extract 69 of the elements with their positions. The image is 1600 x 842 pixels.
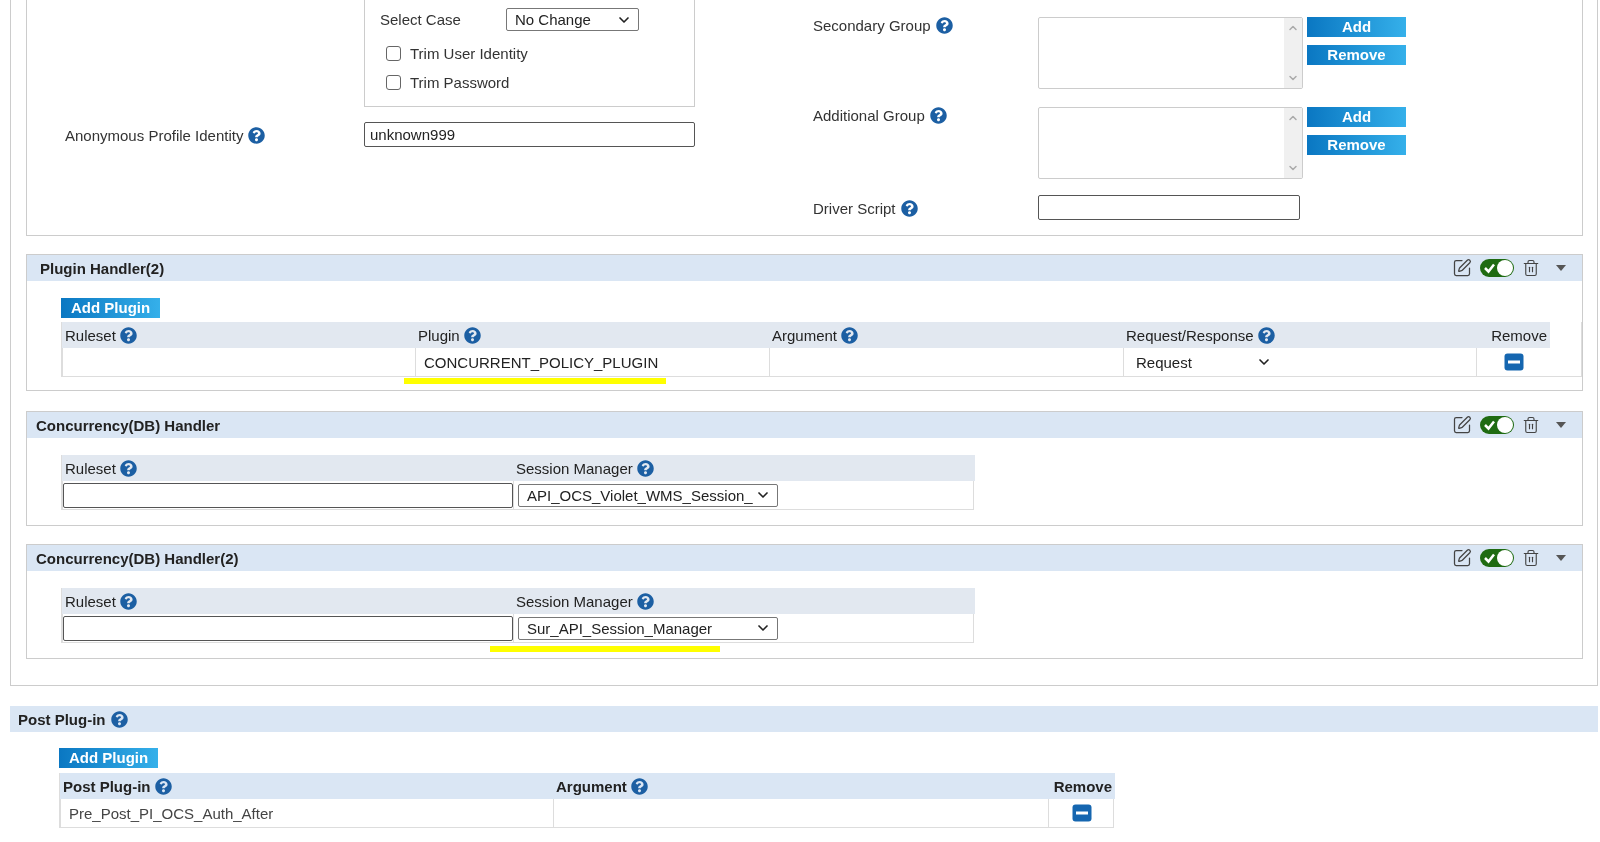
- help-icon[interactable]: [119, 326, 137, 344]
- checkbox-label: Trim User Identity: [410, 45, 528, 62]
- field-label: Driver Script: [813, 199, 896, 217]
- help-icon[interactable]: [636, 592, 654, 610]
- session-manager-dropdown[interactable]: API_OCS_Violet_WMS_Session_: [518, 483, 778, 507]
- session-manager-dropdown[interactable]: Sur_API_Session_Manager: [518, 616, 778, 640]
- help-icon[interactable]: [636, 459, 654, 477]
- table-cell: CONCURRENT_POLICY_PLUGIN: [415, 348, 769, 376]
- ruleset-input[interactable]: [63, 615, 513, 641]
- help-icon[interactable]: [110, 710, 128, 728]
- edit-icon[interactable]: [1452, 548, 1472, 568]
- column-header: Argument: [553, 773, 1048, 799]
- field-label: Secondary Group: [813, 17, 931, 34]
- help-icon[interactable]: [841, 326, 859, 344]
- toggle-switch[interactable]: [1480, 416, 1514, 434]
- remove-icon[interactable]: [1503, 353, 1524, 371]
- panel-title: Plugin Handler(2): [40, 259, 165, 277]
- help-icon[interactable]: [935, 17, 953, 34]
- remove-button[interactable]: Remove: [1307, 45, 1406, 65]
- table-cell: Pre_Post_PI_OCS_Auth_After: [60, 799, 553, 827]
- field-label: Additional Group: [813, 107, 925, 124]
- help-icon[interactable]: [929, 107, 947, 124]
- add-button[interactable]: Add: [1307, 17, 1406, 37]
- column-header: Post Plug-in: [60, 773, 553, 799]
- help-icon[interactable]: [900, 199, 918, 217]
- checkbox[interactable]: [386, 75, 401, 90]
- caret-icon[interactable]: [1556, 555, 1566, 561]
- help-icon[interactable]: [630, 777, 648, 795]
- column-header: Remove: [1476, 322, 1550, 348]
- section-title: Post Plug-in: [18, 710, 106, 728]
- field-label: Anonymous Profile Identity: [65, 127, 244, 144]
- column-header: Ruleset: [62, 588, 513, 614]
- column-header: Session Manager: [513, 588, 975, 614]
- anonymous-profile-input[interactable]: unknown999: [364, 122, 695, 147]
- column-header: Argument: [769, 322, 1123, 348]
- edit-icon[interactable]: [1452, 415, 1472, 435]
- caret-icon[interactable]: [1556, 265, 1566, 271]
- column-header: Remove: [1048, 773, 1115, 799]
- column-header: Request/Response: [1123, 322, 1476, 348]
- panel-title: Concurrency(DB) Handler: [36, 416, 221, 434]
- edit-icon[interactable]: [1452, 258, 1472, 278]
- help-icon[interactable]: [248, 127, 266, 144]
- trash-icon[interactable]: [1522, 549, 1540, 567]
- trash-icon[interactable]: [1522, 259, 1540, 277]
- driver-script-input[interactable]: [1038, 195, 1300, 220]
- column-header: Session Manager: [513, 455, 975, 481]
- checkbox-label: Trim Password: [410, 74, 510, 91]
- field-label: Select Case: [380, 11, 462, 28]
- help-icon[interactable]: [1257, 326, 1275, 344]
- add-button[interactable]: Add: [1307, 107, 1406, 127]
- remove-button[interactable]: Remove: [1307, 135, 1406, 155]
- add-plugin-button[interactable]: Add Plugin: [59, 748, 159, 768]
- add-plugin-button[interactable]: Add Plugin: [61, 298, 161, 318]
- trash-icon[interactable]: [1522, 416, 1540, 434]
- help-icon[interactable]: [154, 777, 172, 795]
- checkbox[interactable]: [386, 46, 401, 61]
- column-header: Ruleset: [62, 322, 415, 348]
- select-case-dropdown[interactable]: No Change: [506, 8, 639, 31]
- column-header: Ruleset: [62, 455, 513, 481]
- help-icon[interactable]: [463, 326, 481, 344]
- column-header: Plugin: [415, 322, 769, 348]
- ruleset-input[interactable]: [63, 482, 513, 508]
- toggle-switch[interactable]: [1480, 259, 1514, 277]
- help-icon[interactable]: [119, 459, 137, 477]
- toggle-switch[interactable]: [1480, 549, 1514, 567]
- panel-title: Concurrency(DB) Handler(2): [36, 549, 239, 567]
- caret-icon[interactable]: [1556, 422, 1566, 428]
- remove-icon[interactable]: [1072, 804, 1092, 822]
- help-icon[interactable]: [119, 592, 137, 610]
